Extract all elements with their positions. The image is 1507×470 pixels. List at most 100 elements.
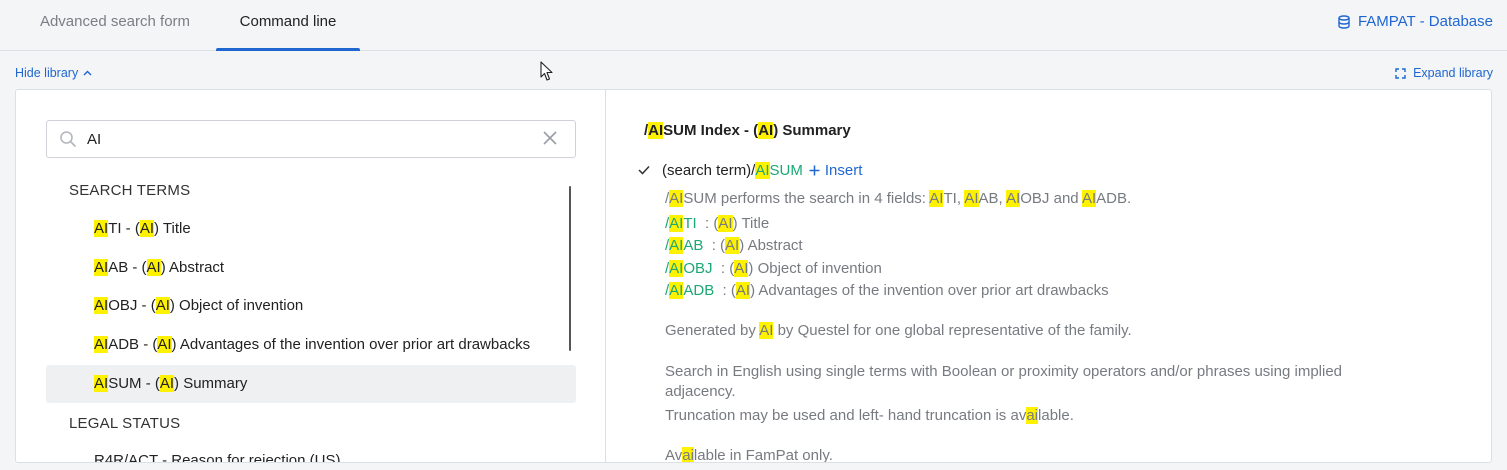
desc-text: by Questel for one global representative…	[773, 322, 1132, 339]
desc-text: Av	[665, 447, 683, 463]
library-search-input[interactable]	[87, 129, 527, 149]
desc-text: : (	[714, 282, 736, 299]
item-text: ) Object of invention	[169, 297, 304, 314]
item-text: OBJ - (	[108, 297, 156, 314]
library-panel: SEARCH TERMS AITI - (AI) Title AIAB - (A…	[15, 89, 1492, 463]
desc-text: : (	[703, 237, 726, 254]
check-icon	[638, 162, 662, 179]
hide-library-toggle[interactable]: Hide library	[15, 66, 92, 80]
highlight-match: ai	[682, 447, 694, 463]
highlight-match: AI	[759, 322, 774, 339]
field-code: TI	[683, 215, 697, 232]
desc-text: .	[1127, 190, 1132, 207]
field-detail-pane: /AISUM Index - (AI) Summary (search term…	[606, 90, 1491, 463]
item-text: TI - (	[108, 220, 140, 237]
field-line-aiab: /AIAB : (AI) Abstract	[665, 237, 803, 254]
desc-text: OBJ	[1020, 190, 1050, 207]
highlight-match: AI	[755, 162, 770, 179]
highlight-match: AI	[139, 220, 155, 237]
availability-note: Available in FamPat only.	[665, 447, 833, 463]
desc-text: : (	[696, 215, 719, 232]
highlight-match: AI	[94, 336, 109, 353]
item-text: ) Advantages of the invention over prior…	[171, 336, 531, 353]
insert-button[interactable]: Insert	[809, 162, 863, 179]
clear-search-icon[interactable]	[543, 131, 557, 145]
highlight-match: AI	[155, 297, 170, 314]
database-label: FAMPAT - Database	[1357, 13, 1493, 30]
highlight-match: AI	[94, 375, 109, 392]
insert-label: Insert	[824, 162, 863, 179]
fields-summary-line: /AISUM performs the search in 4 fields: …	[665, 190, 1132, 207]
highlight-match: AI	[157, 336, 172, 353]
field-detail-title: /AISUM Index - (AI) Summary	[644, 122, 851, 139]
field-code: OBJ	[683, 260, 713, 277]
desc-text: ADB	[1096, 190, 1128, 207]
top-tab-bar: Advanced search form Command line FAMPAT…	[0, 0, 1507, 51]
search-icon	[60, 131, 76, 147]
generated-note: Generated by AI by Questel for one globa…	[665, 322, 1132, 339]
field-code: AB	[683, 237, 704, 254]
highlight-match: AI	[94, 220, 109, 237]
database-icon	[1338, 14, 1350, 29]
library-item-aiab[interactable]: AIAB - (AI) Abstract	[46, 249, 576, 287]
highlight-match: AI	[1006, 190, 1021, 207]
desc-text: : (	[712, 260, 735, 277]
highlight-match: AI	[669, 282, 684, 299]
highlight-match: AI	[758, 122, 774, 139]
desc-text: Generated by	[665, 322, 760, 339]
highlight-match: AI	[718, 215, 733, 232]
chevron-up-icon	[83, 70, 92, 76]
highlight-match: AI	[734, 260, 749, 277]
highlight-match: AI	[725, 237, 740, 254]
desc-text: lable in FamPat only.	[693, 447, 833, 463]
highlight-match: AI	[929, 190, 944, 207]
highlight-match: AI	[1081, 190, 1097, 207]
desc-text: ) Title	[732, 215, 770, 232]
highlight-match: AI	[94, 297, 109, 314]
highlight-match: AI	[735, 282, 751, 299]
library-list-pane: SEARCH TERMS AITI - (AI) Title AIAB - (A…	[16, 90, 606, 462]
highlight-match: AI	[964, 190, 979, 207]
library-item-aiobj[interactable]: AIOBJ - (AI) Object of invention	[46, 287, 576, 325]
highlight-match: AI	[669, 215, 684, 232]
library-search-box	[46, 120, 576, 158]
highlight-match: AI	[669, 237, 684, 254]
group-header-legal-status: LEGAL STATUS	[69, 415, 181, 432]
item-text: ADB - (	[108, 336, 158, 353]
field-line-aiobj: /AIOBJ : (AI) Object of invention	[665, 260, 882, 277]
group-header-search-terms: SEARCH TERMS	[69, 182, 191, 199]
item-text: SUM - (	[108, 375, 160, 392]
database-selector[interactable]: FAMPAT - Database	[1338, 13, 1493, 30]
syntax-field-code: SUM	[769, 162, 803, 179]
tab-advanced-search-form[interactable]: Advanced search form	[20, 0, 210, 51]
desc-text: ) Object of invention	[748, 260, 882, 277]
field-syntax-row: (search term)/AI SUM Insert	[638, 162, 862, 179]
library-item-aiti[interactable]: AITI - (AI) Title	[46, 210, 576, 248]
library-item-aiadb[interactable]: AIADB - (AI) Advantages of the invention…	[46, 326, 576, 364]
highlight-match: AI	[669, 260, 684, 277]
tab-command-line[interactable]: Command line	[216, 0, 360, 51]
hide-library-label: Hide library	[15, 66, 79, 80]
desc-text: AB	[978, 190, 999, 207]
search-english-note: Search in English using single terms wit…	[665, 363, 1343, 400]
expand-icon	[1395, 67, 1406, 79]
highlight-match: AI	[648, 122, 664, 139]
library-item-aisum[interactable]: AISUM - (AI) Summary	[46, 365, 576, 403]
expand-library-toggle[interactable]: Expand library	[1395, 66, 1493, 80]
desc-text: lable.	[1038, 407, 1074, 424]
item-text: ) Abstract	[160, 259, 225, 276]
library-item-r4r-act[interactable]: R4R/ACT - Reason for rejection (US)	[46, 442, 576, 462]
library-scrollbar[interactable]	[569, 186, 571, 351]
highlight-match: ai	[1026, 407, 1039, 424]
field-line-aiadb: /AIADB : (AI) Advantages of the inventio…	[665, 282, 1109, 299]
highlight-match: AI	[669, 190, 684, 207]
desc-text: Truncation may be used and left- hand tr…	[665, 407, 1027, 424]
desc-text: ,	[998, 190, 1007, 207]
highlight-match: AI	[94, 259, 109, 276]
title-text: ) Summary	[773, 122, 851, 139]
plus-icon	[809, 165, 820, 176]
desc-text: and	[1049, 190, 1082, 207]
desc-text: SUM performs the search in 4 fields:	[683, 190, 930, 207]
highlight-match: AI	[146, 259, 161, 276]
expand-library-label: Expand library	[1413, 66, 1493, 80]
